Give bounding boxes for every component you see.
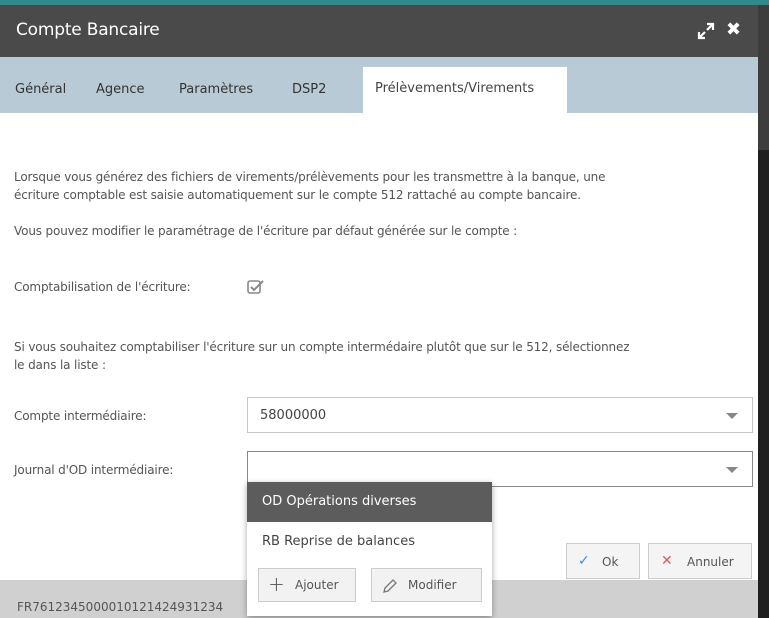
annuler-button[interactable]: ✕ Annuler — [648, 543, 752, 579]
dropdown-option-rb[interactable]: RB Reprise de balances — [247, 522, 492, 562]
compte-intermediaire-select[interactable]: 58000000 — [247, 397, 753, 433]
intermediate-text-line2: le dans la liste : — [14, 358, 106, 372]
close-icon[interactable]: ✖ — [726, 20, 741, 40]
tab-general[interactable]: Général — [15, 82, 66, 97]
dialog-titlebar: Compte Bancaire ✖ — [0, 5, 758, 57]
journal-od-label: Journal d'OD intermédiaire: — [14, 463, 174, 477]
plus-icon: + — [268, 572, 285, 596]
ajouter-button[interactable]: + Ajouter — [258, 568, 356, 602]
pencil-icon — [383, 579, 397, 593]
compte-intermediaire-label: Compte intermédiaire: — [14, 409, 147, 423]
chevron-down-icon — [726, 467, 738, 473]
chevron-down-icon — [726, 413, 738, 419]
intermediate-text-line1: Si vous souhaitez comptabiliser l'écritu… — [14, 340, 630, 354]
iban-text: FR7612345000010121424931234 — [17, 600, 224, 614]
background-panel — [758, 150, 769, 618]
tab-bar: Général Agence Paramètres DSP2 Prélèveme… — [0, 57, 758, 113]
check-icon: ✓ — [578, 553, 590, 569]
ok-button[interactable]: ✓ Ok — [566, 543, 640, 579]
cross-icon: ✕ — [661, 553, 673, 569]
intro-text-line2: écriture comptable est saisie automatiqu… — [14, 188, 581, 202]
tab-parametres[interactable]: Paramètres — [179, 82, 253, 97]
comptabilisation-checkbox[interactable] — [247, 279, 265, 295]
modify-text: Vous pouvez modifier le paramétrage de l… — [14, 224, 518, 238]
modifier-button[interactable]: Modifier — [371, 568, 482, 602]
dialog-title: Compte Bancaire — [16, 20, 160, 40]
expand-icon[interactable] — [697, 22, 715, 40]
dropdown-option-od[interactable]: OD Opérations diverses — [247, 482, 492, 522]
tab-dsp2[interactable]: DSP2 — [292, 82, 326, 97]
journal-dropdown: OD Opérations diverses RB Reprise de bal… — [247, 482, 492, 616]
comptabilisation-label: Comptabilisation de l'écriture: — [14, 280, 191, 294]
compte-intermediaire-value: 58000000 — [260, 408, 327, 423]
tab-prelevements-virements[interactable]: Prélèvements/Virements — [363, 67, 567, 113]
tab-agence[interactable]: Agence — [96, 82, 145, 97]
intro-text-line1: Lorsque vous générez des fichiers de vir… — [14, 170, 606, 184]
